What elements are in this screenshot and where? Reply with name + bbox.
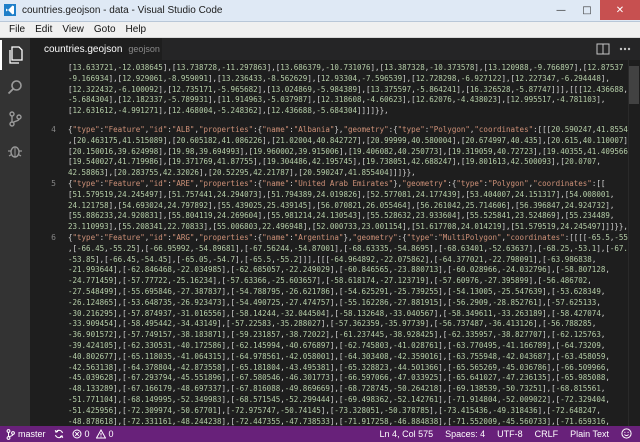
editor-actions [596,42,632,56]
code-line: -42.563138],[-64.378804,-42.873558],[-65… [68,362,610,372]
branch-icon [6,428,15,440]
code-line: -26.124865],[-53.648735,-26.923473],[-54… [68,297,601,307]
code-line: -40.802677],[-65.118035,-41.064315],[-64… [68,351,610,361]
menu-view[interactable]: View [57,24,89,35]
code-line: {"type":"Feature","id":"ALB","properties… [68,125,632,134]
code-line: -39.424105],[-62.330531,-40.172586],[-62… [68,340,606,350]
git-icon [9,111,22,127]
code-line: -51.771104],[-68.149995,-52.349983],[-68… [68,394,610,404]
code-line: 42.58863],[20.283755,42.32026],[20.52295… [68,168,416,178]
code-line: -30.216295],[-57.874937,-31.016556],[-58… [68,308,606,318]
feedback-button[interactable] [621,427,632,441]
code-line: [19.540027,41.719986],[19.371769,41.8775… [68,157,601,167]
code-line: -45.039628],[-67.293794,-45.551896],[-67… [68,373,610,383]
code-line: -51.425956],[-72.309974,-50.67701],[-72.… [68,405,601,415]
code-line: -36.901572],[-57.749157,-38.183871],[-59… [68,330,606,340]
code-line: -53.85],[-66.45,-54.45],[-65.05,-54.7],[… [68,254,597,264]
branch-indicator[interactable]: master [6,428,46,440]
line-number-gutter: 4 5 6 [30,60,60,426]
indentation[interactable]: Spaces: 4 [445,429,485,439]
line-number: 4 [51,125,56,134]
warning-icon [95,429,106,439]
minimize-button[interactable]: — [548,0,574,20]
code-line-block: {"type":"Feature","id":"ARE","properties… [68,179,632,233]
menu-bar: File Edit View Goto Help [0,22,640,38]
search-icon [7,80,22,95]
code-line: -33.909454],[-58.495442,-34.43149],[-57.… [68,319,597,329]
code-line: -21.993644],[-62.846468,-22.034985],[-62… [68,265,610,275]
cursor-position[interactable]: Ln 4, Col 575 [380,429,434,439]
maximize-button[interactable]: □ [574,0,600,20]
menu-file[interactable]: File [4,24,30,35]
code-line: [13.633721,-12.038645],[13.738728,-11.29… [68,63,624,72]
tab-file-name: countries.geojson [44,43,123,55]
code-line: -9.166934],[12.929061,-8.959091],[13.236… [68,73,610,83]
code-line: ,[20.463175,41.515089],[20.605182,41.086… [68,135,632,145]
debug-icon [8,146,22,158]
files-icon [9,46,23,64]
error-count: 0 [84,429,90,439]
code-line-block: [13.633721,-12.038645],[13.738728,-11.29… [68,63,632,117]
code-line: {"type":"Feature","id":"ARG","properties… [68,233,632,242]
status-bar: master 0 0 Ln 4, Col 575 Spaces: 4 UTF-8… [0,426,640,442]
code-line: -27.548499],[-55.695846,-27.387837],[-54… [68,286,606,296]
scrollbar-thumb[interactable] [629,66,639,104]
code-line: [12.322432,-6.100092],[12.735171,-5.9656… [68,84,628,94]
tab-language: geojson [128,44,160,54]
language-mode[interactable]: Plain Text [570,429,609,439]
title-bar: countries.geojson - data - Visual Studio… [0,0,640,22]
window-controls: — □ ✕ [548,0,640,20]
code-line: [20.150016,39.624998],[19.98,39.694993],… [68,146,632,156]
branch-name: master [18,429,46,439]
activity-bar [0,38,30,426]
code-line: [51.579519,24.245497],[51.757441,24.2940… [68,189,615,199]
code-line: {"type":"Feature","id":"ARE","properties… [68,179,606,188]
code-editor[interactable]: 4 5 6 [13.633721,-12.038645],[13.738728,… [30,60,640,426]
code-line: 24.121758],[54.693024,24.797892],[55.439… [68,200,615,210]
editor-area: countries.geojson geojson 4 5 6 [13.6337… [30,38,640,426]
end-of-line[interactable]: CRLF [535,429,559,439]
encoding[interactable]: UTF-8 [497,429,523,439]
sync-button[interactable] [54,429,64,439]
split-editor-icon[interactable] [596,42,610,56]
menu-help[interactable]: Help [121,24,152,35]
code-line: [12.631612,-4.991271],[12.468004,-5.2483… [68,106,389,116]
menu-edit[interactable]: Edit [30,24,57,35]
close-button[interactable]: ✕ [600,0,640,20]
code-line: 23.110993],[55.208341,22.70833],[55.0068… [68,222,628,232]
warning-count: 0 [108,429,114,439]
more-actions-icon[interactable] [618,42,632,56]
menu-goto[interactable]: Goto [89,24,121,35]
debug-button[interactable] [0,136,30,166]
vertical-scrollbar[interactable] [628,60,640,426]
error-icon [72,429,82,439]
line-number: 5 [51,179,56,188]
code-line: -5.684304],[12.182337,-5.789931],[11.914… [68,95,606,105]
source-control-button[interactable] [0,104,30,134]
code-line: -48.878618],[-72.331161,-48.244238],[-72… [68,416,610,426]
line-number: 6 [51,233,56,242]
problems-indicator[interactable]: 0 0 [72,429,114,439]
code-line-block: {"type":"Feature","id":"ALB","properties… [68,125,632,179]
search-button[interactable] [0,72,30,102]
tab-bar: countries.geojson geojson [30,38,640,60]
tab-countries-geojson[interactable]: countries.geojson geojson [30,38,162,60]
code-line: ,[-66.45,-55.25],[-66.95992,-54.89681],[… [68,243,632,253]
code-line: -48.133289],[-67.166179,-48.697337],[-67… [68,384,606,394]
code-line-block: {"type":"Feature","id":"ARG","properties… [68,233,632,426]
window-title: countries.geojson - data - Visual Studio… [22,5,223,16]
sync-icon [54,429,63,439]
code-line: -24.771459],[-57.77722,-25.16234],[-57.6… [68,276,592,286]
explorer-button[interactable] [0,40,30,70]
code-line: [55.886233,24.920831],[55.804119,24.2696… [68,211,615,221]
smiley-icon [621,427,632,439]
vscode-logo-icon [4,4,16,16]
